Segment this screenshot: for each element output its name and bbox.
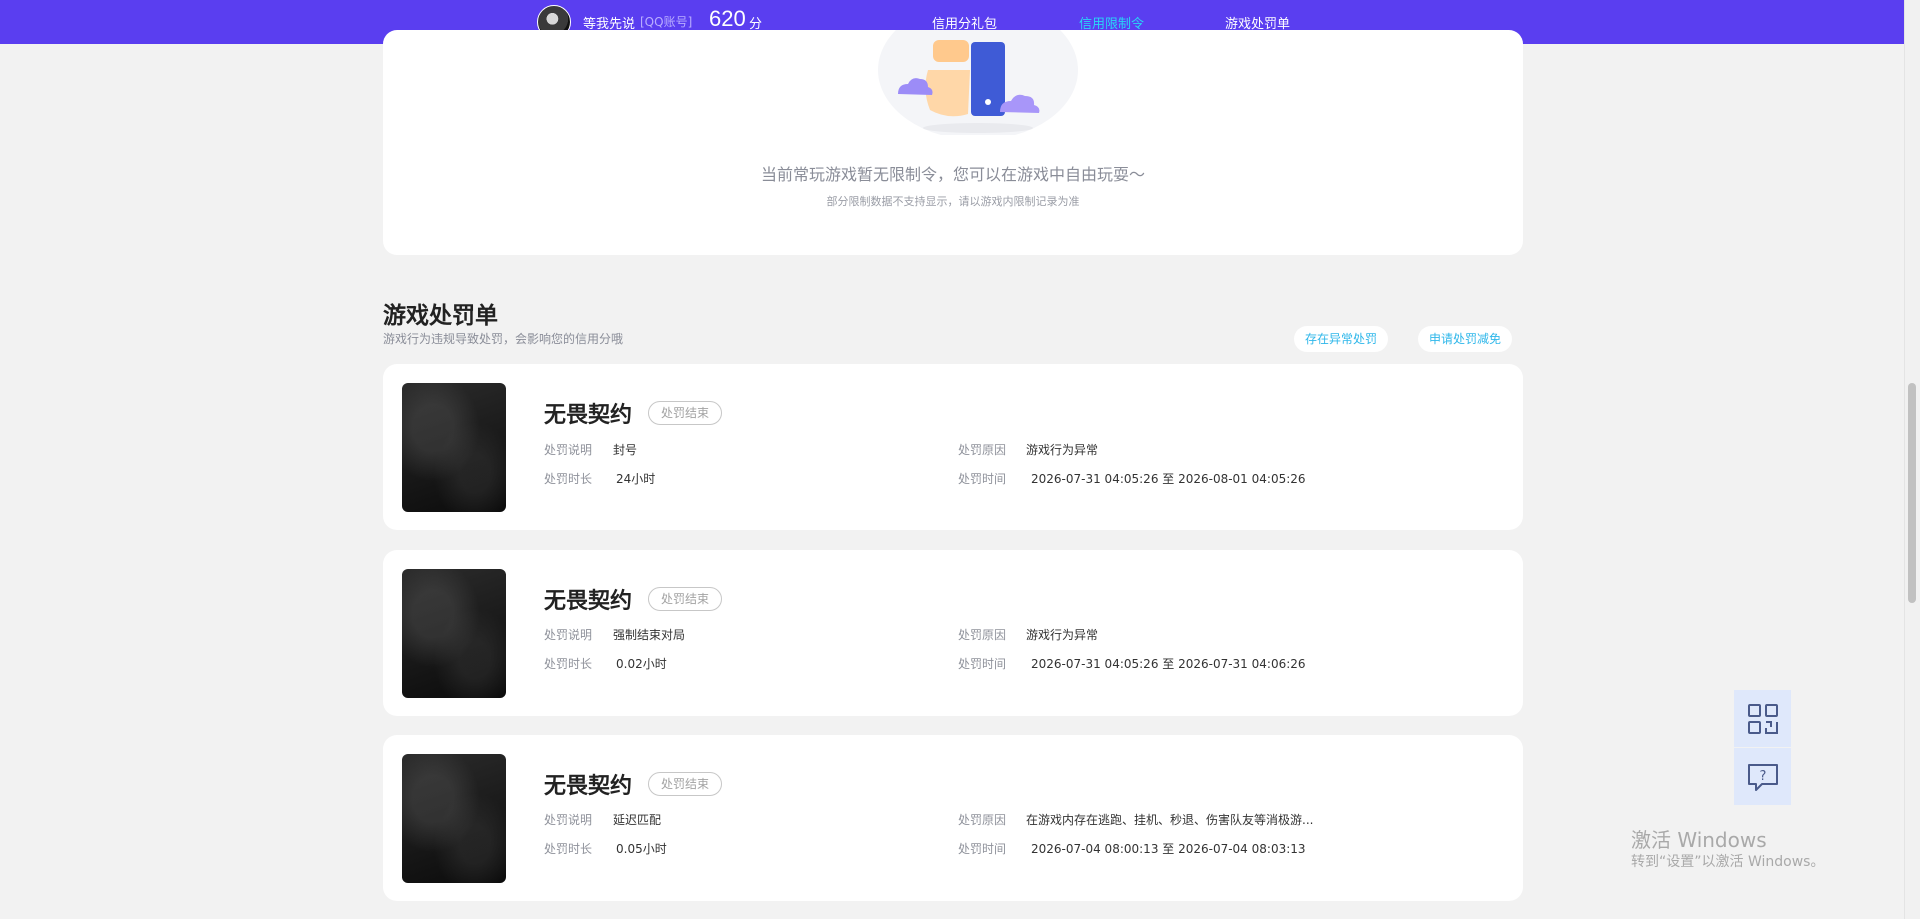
- penalty-time-label: 处罚时间: [958, 657, 1007, 671]
- penalty-section-title: 游戏处罚单: [383, 303, 498, 329]
- abnormal-penalty-button[interactable]: 存在异常处罚: [1294, 326, 1389, 352]
- game-cover-image: [402, 569, 506, 698]
- penalty-reason-label: 处罚原因: [958, 443, 1007, 457]
- penalty-time-value: 2026-07-31 04:05:26 至 2026-07-31 04:06:2…: [1031, 657, 1306, 671]
- penalty-duration-label: 处罚时长: [544, 842, 593, 856]
- status-badge: 处罚结束: [648, 587, 723, 611]
- windows-activation-hint: 转到“设置”以激活 Windows。: [1631, 854, 1825, 870]
- penalty-desc-value: 强制结束对局: [613, 628, 686, 642]
- status-badge: 处罚结束: [648, 401, 723, 425]
- penalty-card: 无畏契约 处罚结束 处罚说明 延迟匹配 处罚时长 0.05小时 处罚原因 在游戏…: [383, 735, 1523, 901]
- account-type-tag: [QQ账号]: [640, 15, 693, 29]
- windows-activation-watermark: 激活 Windows: [1631, 828, 1767, 852]
- penalty-time-label: 处罚时间: [958, 472, 1007, 486]
- penalty-reason-label: 处罚原因: [958, 628, 1007, 642]
- penalty-desc-label: 处罚说明: [544, 813, 593, 827]
- help-chat-icon: ?: [1747, 763, 1778, 791]
- penalty-time-label: 处罚时间: [958, 842, 1007, 856]
- penalty-reason-value: 游戏行为异常: [1026, 443, 1099, 457]
- page-scrollbar-thumb[interactable]: [1908, 383, 1916, 603]
- qr-code-icon: [1747, 703, 1778, 734]
- penalty-time-value: 2026-07-31 04:05:26 至 2026-08-01 04:05:2…: [1031, 472, 1306, 486]
- penalty-reason-label: 处罚原因: [958, 813, 1007, 827]
- penalty-card: 无畏契约 处罚结束 处罚说明 封号 处罚时长 24小时 处罚原因 游戏行为异常 …: [383, 364, 1523, 530]
- penalty-desc-label: 处罚说明: [544, 443, 593, 457]
- help-button[interactable]: ?: [1734, 748, 1791, 805]
- game-cover-image: [402, 383, 506, 512]
- penalty-duration-label: 处罚时长: [544, 657, 593, 671]
- penalty-desc-value: 封号: [613, 443, 638, 457]
- game-name: 无畏契约: [544, 403, 633, 428]
- game-cover-image: [402, 754, 506, 883]
- qr-code-button[interactable]: [1734, 690, 1791, 747]
- penalty-duration-value: 24小时: [616, 472, 656, 486]
- empty-state-note: 部分限制数据不支持显示，请以游戏内限制记录为准: [826, 195, 1080, 208]
- empty-state-message: 当前常玩游戏暂无限制令，您可以在游戏中自由玩耍～: [760, 165, 1145, 184]
- penalty-duration-value: 0.02小时: [616, 657, 667, 671]
- penalty-duration-value: 0.05小时: [616, 842, 667, 856]
- penalty-reason-value: 在游戏内存在逃跑、挂机、秒退、伤害队友等消极游...: [1026, 813, 1314, 827]
- penalty-card: 无畏契约 处罚结束 处罚说明 强制结束对局 处罚时长 0.02小时 处罚原因 游…: [383, 550, 1523, 716]
- apply-penalty-reduction-button[interactable]: 申请处罚减免: [1418, 326, 1513, 352]
- empty-state-illustration-icon: [878, 30, 1078, 135]
- penalty-section-description: 游戏行为违规导致处罚，会影响您的信用分哦: [383, 332, 624, 346]
- credit-score: 620: [709, 6, 746, 31]
- restriction-empty-card: 当前常玩游戏暂无限制令，您可以在游戏中自由玩耍～ 部分限制数据不支持显示，请以游…: [383, 30, 1523, 255]
- penalty-desc-label: 处罚说明: [544, 628, 593, 642]
- game-name: 无畏契约: [544, 774, 633, 799]
- penalty-time-value: 2026-07-04 08:00:13 至 2026-07-04 08:03:1…: [1031, 842, 1306, 856]
- game-name: 无畏契约: [544, 589, 633, 614]
- penalty-reason-value: 游戏行为异常: [1026, 628, 1099, 642]
- status-badge: 处罚结束: [648, 772, 723, 796]
- penalty-desc-value: 延迟匹配: [613, 813, 662, 827]
- penalty-duration-label: 处罚时长: [544, 472, 593, 486]
- svg-text:?: ?: [1759, 769, 1766, 784]
